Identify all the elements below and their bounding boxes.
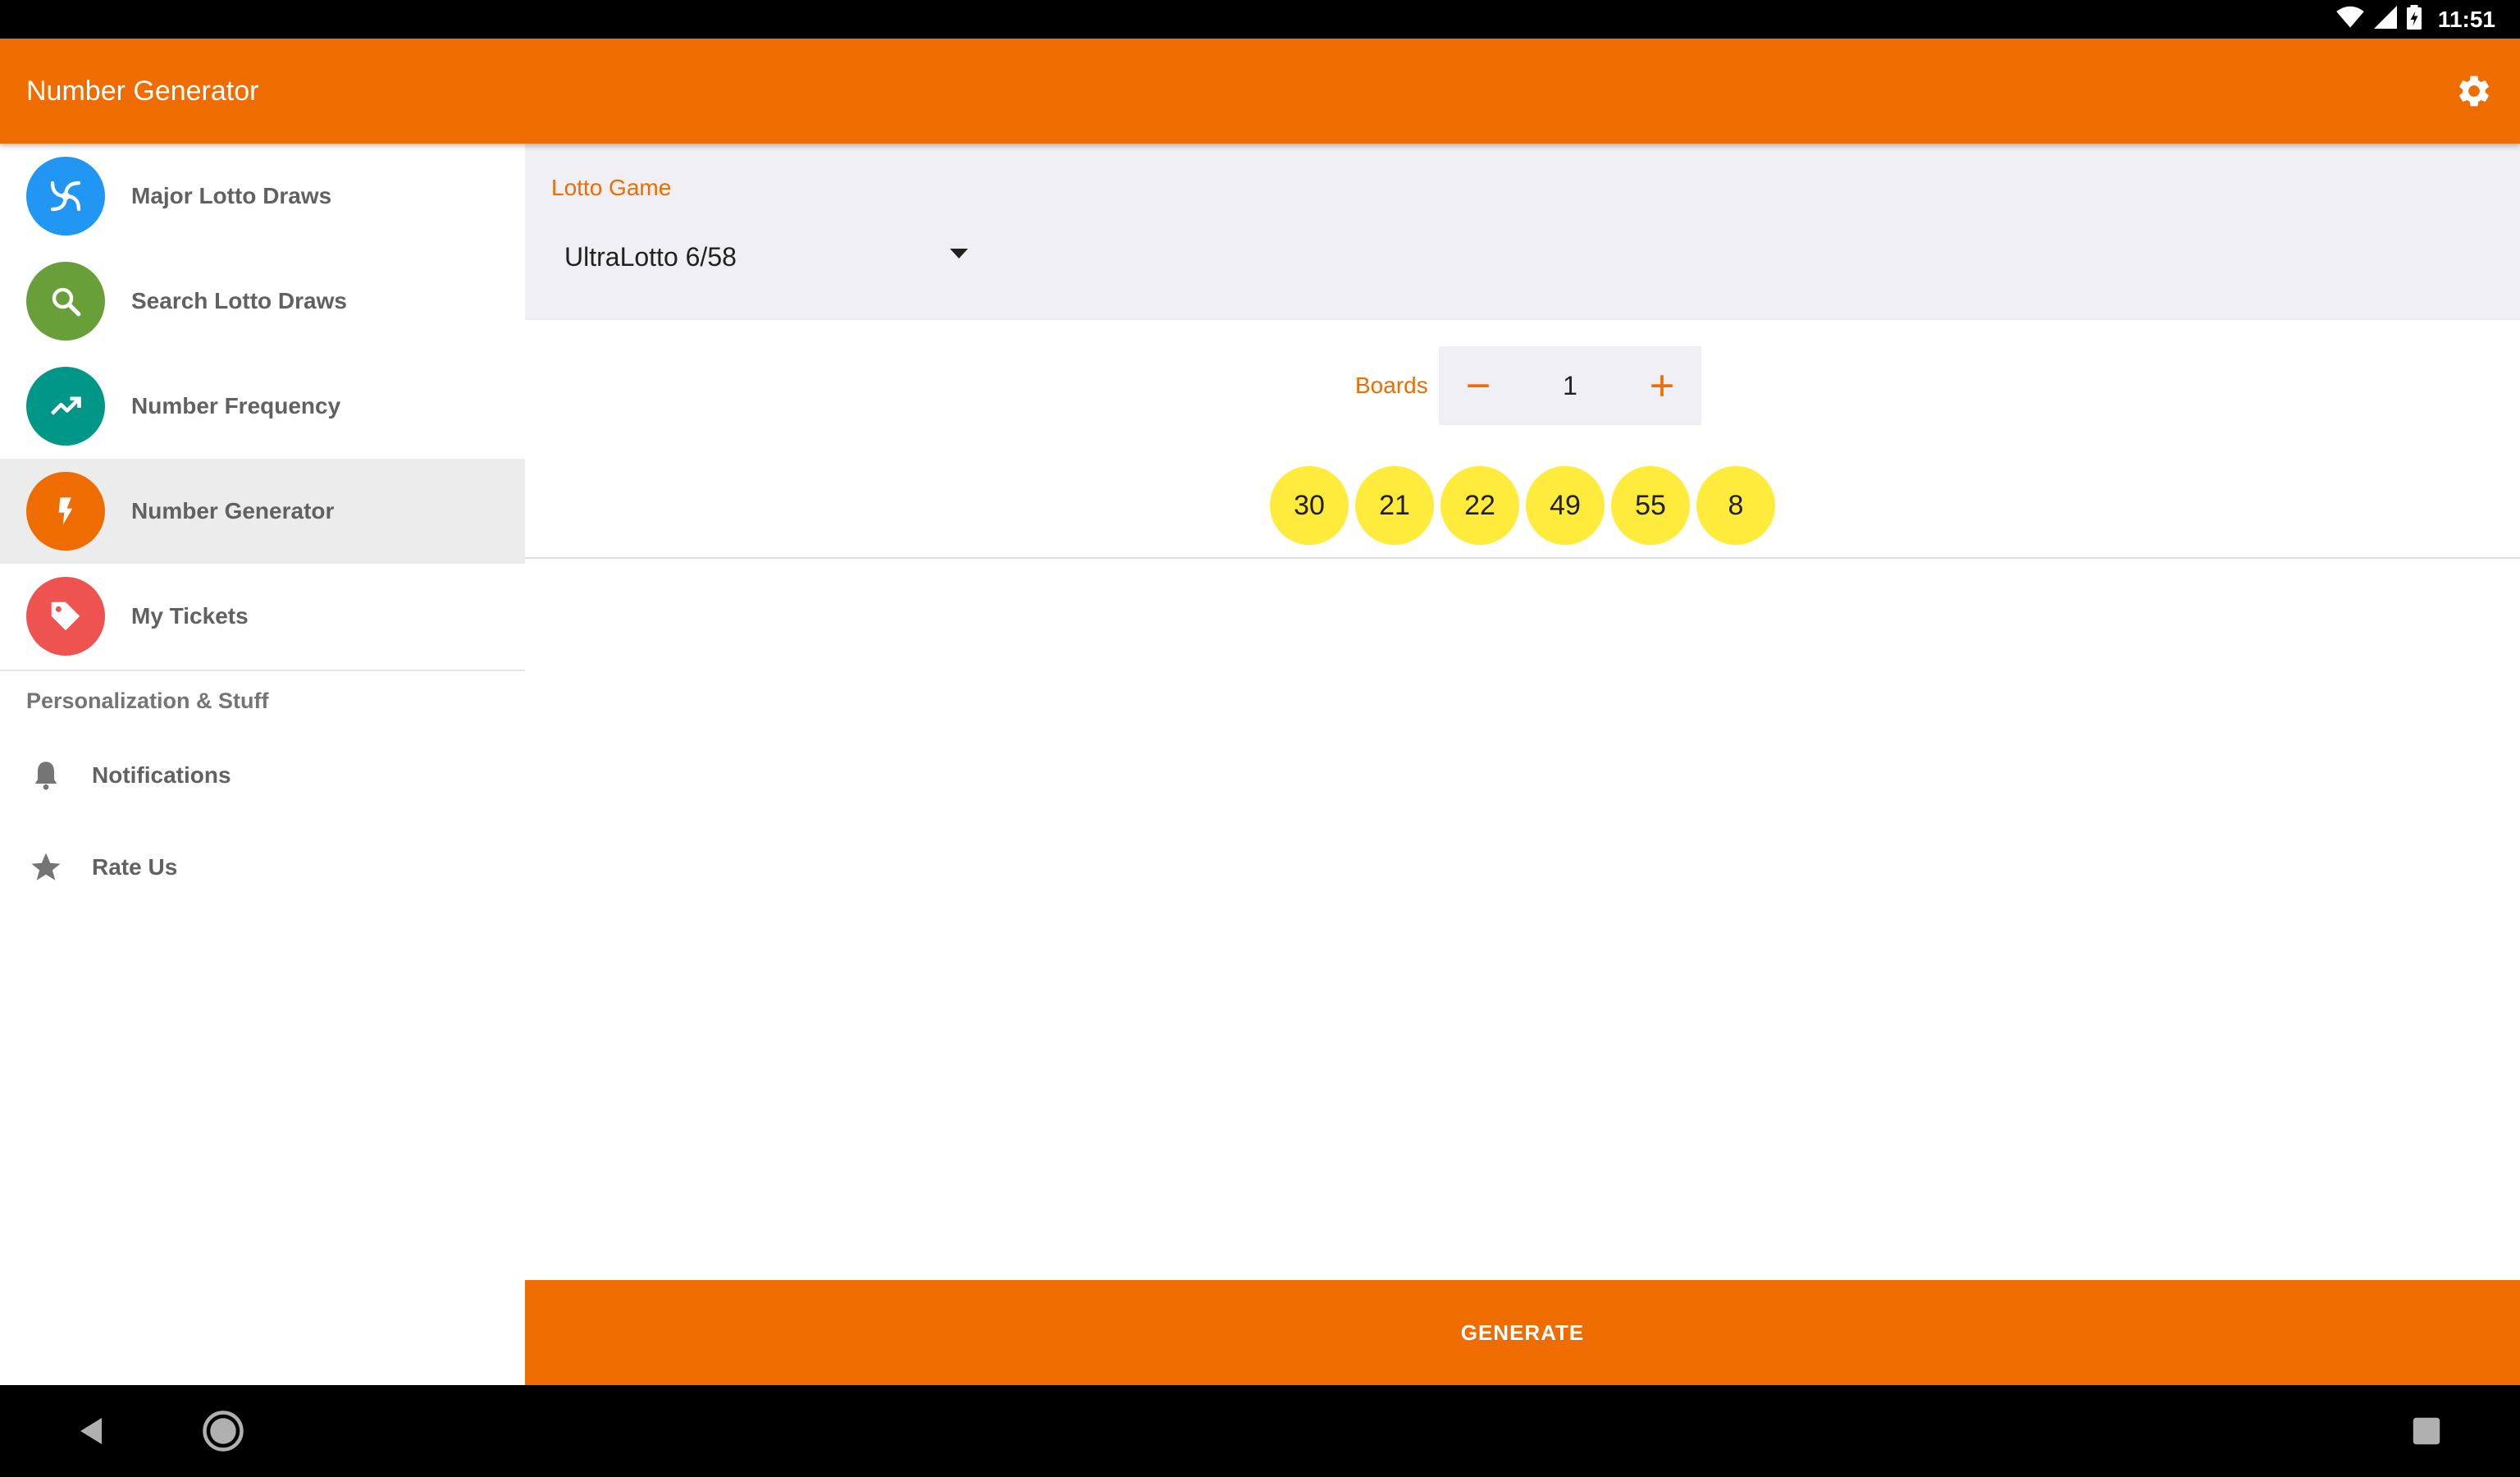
plus-icon bbox=[1651, 375, 1673, 396]
settings-button[interactable] bbox=[2451, 68, 2497, 114]
battery-icon bbox=[2406, 5, 2422, 34]
back-button[interactable] bbox=[69, 1408, 115, 1454]
increment-button[interactable] bbox=[1623, 346, 1701, 425]
number-ball: 21 bbox=[1355, 466, 1434, 545]
lotto-game-label: Lotto Game bbox=[551, 175, 672, 200]
nav-label-number-frequency: Number Frequency bbox=[131, 393, 341, 418]
number-ball: 55 bbox=[1611, 466, 1690, 545]
boards-stepper: 1 bbox=[1439, 346, 1701, 425]
flash-icon bbox=[58, 497, 73, 525]
nav-item-number-frequency[interactable]: Number Frequency bbox=[0, 354, 525, 459]
home-icon bbox=[203, 1411, 244, 1452]
boards-row: Boards 1 bbox=[525, 346, 2520, 425]
number-ball: 49 bbox=[1526, 466, 1605, 545]
lotto-game-panel: Lotto Game UltraLotto 6/58 bbox=[525, 144, 2520, 320]
nav-label-number-generator: Number Generator bbox=[131, 498, 335, 524]
nav-item-my-tickets[interactable]: My Tickets bbox=[0, 564, 525, 669]
search-icon bbox=[52, 287, 81, 317]
gear-icon bbox=[2459, 75, 2489, 107]
recents-icon bbox=[2413, 1417, 2440, 1445]
number-generator-circle bbox=[26, 472, 105, 551]
back-icon bbox=[80, 1418, 102, 1444]
main-content: Lotto Game UltraLotto 6/58 Boards 1 30 2… bbox=[525, 144, 2520, 1385]
nav-item-search-lotto-draws[interactable]: Search Lotto Draws bbox=[0, 249, 525, 354]
nav-label-major-lotto-draws: Major Lotto Draws bbox=[131, 183, 332, 208]
nav-label-search-lotto-draws: Search Lotto Draws bbox=[131, 288, 347, 313]
number-frequency-circle bbox=[26, 367, 105, 446]
system-nav-bar bbox=[0, 1385, 2520, 1477]
app-bar: Number Generator bbox=[0, 39, 2520, 144]
bell-icon bbox=[26, 756, 66, 795]
minus-icon bbox=[1468, 384, 1489, 387]
number-ball: 22 bbox=[1440, 466, 1519, 545]
my-tickets-circle bbox=[26, 577, 105, 656]
row-divider bbox=[525, 557, 2520, 559]
search-lotto-circle bbox=[26, 262, 105, 341]
app-title: Number Generator bbox=[26, 75, 259, 107]
number-ball: 8 bbox=[1696, 466, 1775, 545]
home-button[interactable] bbox=[200, 1408, 246, 1454]
nav-label-my-tickets: My Tickets bbox=[131, 603, 249, 629]
tag-icon bbox=[51, 601, 80, 631]
boards-label: Boards bbox=[1355, 373, 1428, 398]
decrement-button[interactable] bbox=[1439, 346, 1518, 425]
navigation-drawer: Major Lotto Draws Search Lotto Draws Num… bbox=[0, 144, 525, 1385]
major-lotto-circle bbox=[26, 157, 105, 235]
lotto-game-value: UltraLotto 6/58 bbox=[564, 241, 737, 272]
nav-label-notifications: Notifications bbox=[92, 762, 231, 788]
section-header-personalization: Personalization & Stuff bbox=[26, 688, 269, 713]
wifi-icon bbox=[2336, 6, 2364, 33]
status-bar: 11:51 bbox=[0, 0, 2520, 39]
nav-label-rate-us: Rate Us bbox=[92, 854, 178, 880]
nav-item-notifications[interactable]: Notifications bbox=[0, 734, 525, 816]
star-icon bbox=[26, 848, 66, 887]
dropdown-arrow-icon bbox=[950, 249, 968, 264]
drawer-divider bbox=[0, 670, 525, 671]
status-time: 11:51 bbox=[2437, 6, 2495, 32]
recents-button[interactable] bbox=[2404, 1408, 2449, 1454]
nav-item-rate-us[interactable]: Rate Us bbox=[0, 826, 525, 908]
lotto-game-dropdown[interactable]: UltraLotto 6/58 bbox=[564, 232, 975, 281]
nav-item-major-lotto-draws[interactable]: Major Lotto Draws bbox=[0, 144, 525, 249]
cell-signal-icon bbox=[2373, 6, 2397, 33]
spiral-icon bbox=[50, 181, 81, 212]
boards-value: 1 bbox=[1563, 371, 1577, 400]
generated-numbers: 30 21 22 49 55 8 bbox=[1270, 466, 1775, 545]
number-ball: 30 bbox=[1270, 466, 1349, 545]
status-icons: 11:51 bbox=[2336, 0, 2495, 39]
trending-up-icon bbox=[50, 396, 81, 415]
nav-item-number-generator[interactable]: Number Generator bbox=[0, 459, 525, 564]
generate-button[interactable]: GENERATE bbox=[525, 1280, 2520, 1385]
